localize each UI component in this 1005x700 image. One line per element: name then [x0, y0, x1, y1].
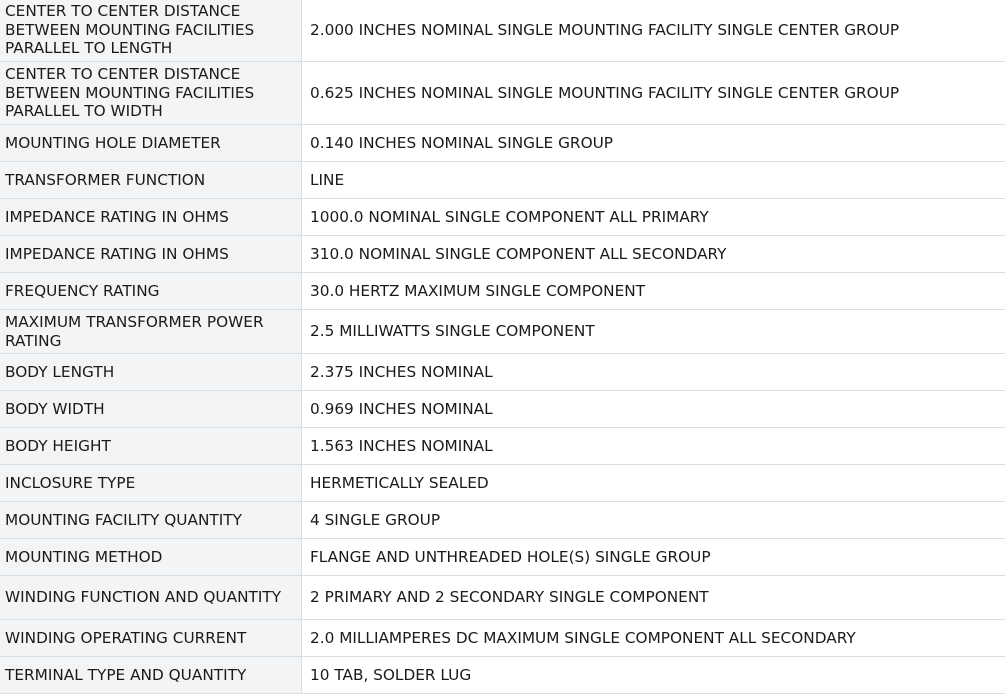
table-row: CENTER TO CENTER DISTANCE BETWEEN MOUNTI…	[0, 0, 1005, 62]
characteristic-name: MOUNTING FACILITY QUANTITY	[0, 501, 302, 539]
table-row: FREQUENCY RATING 30.0 HERTZ MAXIMUM SING…	[0, 272, 1005, 310]
specifications-table-body: CENTER TO CENTER DISTANCE BETWEEN MOUNTI…	[0, 0, 1005, 694]
characteristic-name: MOUNTING HOLE DIAMETER	[0, 124, 302, 162]
characteristic-value: 10 TAB, SOLDER LUG	[301, 656, 1005, 694]
characteristic-name: TERMINAL TYPE AND QUANTITY	[0, 656, 302, 694]
table-row: INCLOSURE TYPE HERMETICALLY SEALED	[0, 464, 1005, 502]
table-row: BODY LENGTH 2.375 INCHES NOMINAL	[0, 353, 1005, 391]
characteristic-value: 2.375 INCHES NOMINAL	[301, 353, 1005, 391]
table-row: TRANSFORMER FUNCTION LINE	[0, 161, 1005, 199]
characteristic-value: 310.0 NOMINAL SINGLE COMPONENT ALL SECON…	[301, 235, 1005, 273]
characteristic-name: MOUNTING METHOD	[0, 538, 302, 576]
characteristic-name: TRANSFORMER FUNCTION	[0, 161, 302, 199]
table-row: WINDING OPERATING CURRENT 2.0 MILLIAMPER…	[0, 619, 1005, 657]
characteristic-value: 0.140 INCHES NOMINAL SINGLE GROUP	[301, 124, 1005, 162]
table-row: MOUNTING HOLE DIAMETER 0.140 INCHES NOMI…	[0, 124, 1005, 162]
table-row: MOUNTING FACILITY QUANTITY 4 SINGLE GROU…	[0, 501, 1005, 539]
table-row: MAXIMUM TRANSFORMER POWER RATING 2.5 MIL…	[0, 309, 1005, 354]
table-row: IMPEDANCE RATING IN OHMS 1000.0 NOMINAL …	[0, 198, 1005, 236]
characteristic-name: WINDING OPERATING CURRENT	[0, 619, 302, 657]
table-row: MOUNTING METHOD FLANGE AND UNTHREADED HO…	[0, 538, 1005, 576]
characteristic-name: INCLOSURE TYPE	[0, 464, 302, 502]
characteristic-value: 30.0 HERTZ MAXIMUM SINGLE COMPONENT	[301, 272, 1005, 310]
characteristic-value: HERMETICALLY SEALED	[301, 464, 1005, 502]
characteristic-value: 1000.0 NOMINAL SINGLE COMPONENT ALL PRIM…	[301, 198, 1005, 236]
table-row: CENTER TO CENTER DISTANCE BETWEEN MOUNTI…	[0, 61, 1005, 125]
characteristic-name: BODY HEIGHT	[0, 427, 302, 465]
characteristic-name: BODY LENGTH	[0, 353, 302, 391]
table-row: BODY HEIGHT 1.563 INCHES NOMINAL	[0, 427, 1005, 465]
characteristic-name: CENTER TO CENTER DISTANCE BETWEEN MOUNTI…	[0, 61, 302, 125]
characteristic-value: 2.0 MILLIAMPERES DC MAXIMUM SINGLE COMPO…	[301, 619, 1005, 657]
characteristic-value: 1.563 INCHES NOMINAL	[301, 427, 1005, 465]
characteristic-value: 4 SINGLE GROUP	[301, 501, 1005, 539]
characteristic-value: 2.5 MILLIWATTS SINGLE COMPONENT	[301, 309, 1005, 354]
characteristic-name: MAXIMUM TRANSFORMER POWER RATING	[0, 309, 302, 354]
characteristic-value: 0.625 INCHES NOMINAL SINGLE MOUNTING FAC…	[301, 61, 1005, 125]
characteristic-name: WINDING FUNCTION AND QUANTITY	[0, 575, 302, 620]
table-row: BODY WIDTH 0.969 INCHES NOMINAL	[0, 390, 1005, 428]
characteristic-value: 2.000 INCHES NOMINAL SINGLE MOUNTING FAC…	[301, 0, 1005, 62]
characteristic-name: IMPEDANCE RATING IN OHMS	[0, 198, 302, 236]
table-row: WINDING FUNCTION AND QUANTITY 2 PRIMARY …	[0, 575, 1005, 620]
characteristic-name: BODY WIDTH	[0, 390, 302, 428]
characteristic-value: FLANGE AND UNTHREADED HOLE(S) SINGLE GRO…	[301, 538, 1005, 576]
characteristic-name: CENTER TO CENTER DISTANCE BETWEEN MOUNTI…	[0, 0, 302, 62]
table-row: TERMINAL TYPE AND QUANTITY 10 TAB, SOLDE…	[0, 656, 1005, 694]
characteristic-name: FREQUENCY RATING	[0, 272, 302, 310]
characteristic-name: IMPEDANCE RATING IN OHMS	[0, 235, 302, 273]
specifications-table: CENTER TO CENTER DISTANCE BETWEEN MOUNTI…	[0, 0, 1005, 694]
characteristic-value: LINE	[301, 161, 1005, 199]
characteristic-value: 2 PRIMARY AND 2 SECONDARY SINGLE COMPONE…	[301, 575, 1005, 620]
table-row: IMPEDANCE RATING IN OHMS 310.0 NOMINAL S…	[0, 235, 1005, 273]
characteristic-value: 0.969 INCHES NOMINAL	[301, 390, 1005, 428]
